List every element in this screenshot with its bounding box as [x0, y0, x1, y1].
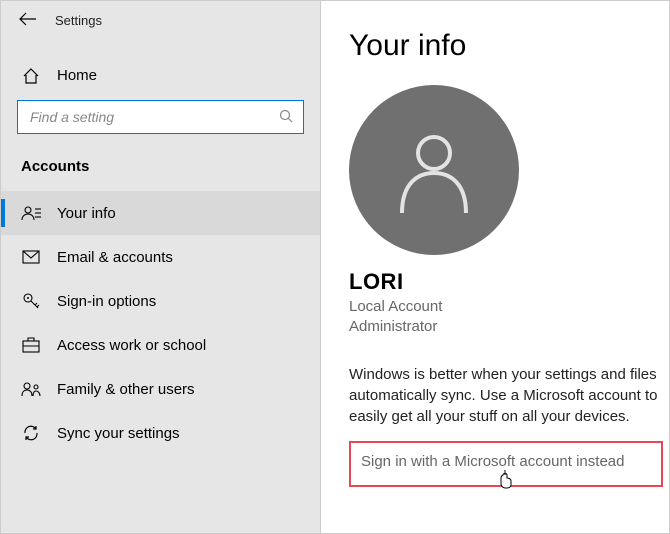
search-container	[17, 100, 304, 134]
person-icon	[394, 125, 474, 215]
sync-icon	[21, 424, 41, 442]
email-icon	[21, 250, 41, 264]
nav-item-label: Sign-in options	[57, 293, 156, 310]
app-title: Settings	[55, 13, 102, 28]
nav-item-label: Sync your settings	[57, 425, 180, 442]
nav-email[interactable]: Email & accounts	[1, 235, 320, 279]
page-title: Your info	[349, 29, 669, 63]
highlight-box: Sign in with a Microsoft account instead	[349, 441, 663, 487]
cursor-icon	[499, 469, 515, 494]
key-icon	[21, 292, 41, 310]
nav-home-label: Home	[57, 67, 97, 84]
nav-signin[interactable]: Sign-in options	[1, 279, 320, 323]
nav-item-label: Email & accounts	[57, 249, 173, 266]
sidebar: Settings Home Accounts Your info	[1, 1, 321, 533]
nav-home[interactable]: Home	[1, 57, 320, 94]
back-icon[interactable]	[19, 11, 37, 29]
nav-item-label: Family & other users	[57, 381, 195, 398]
username: LORI	[349, 269, 669, 295]
search-input[interactable]	[28, 108, 279, 126]
briefcase-icon	[21, 337, 41, 353]
nav-item-label: Your info	[57, 205, 116, 222]
nav-sync[interactable]: Sync your settings	[1, 411, 320, 455]
titlebar: Settings	[1, 1, 320, 35]
content-pane: Your info LORI Local Account Administrat…	[321, 1, 669, 533]
home-icon	[21, 68, 41, 84]
search-icon	[279, 109, 293, 126]
section-title: Accounts	[1, 154, 320, 191]
nav-work[interactable]: Access work or school	[1, 323, 320, 367]
account-role: Administrator	[349, 317, 669, 337]
people-icon	[21, 381, 41, 397]
nav-item-label: Access work or school	[57, 337, 206, 354]
nav-family[interactable]: Family & other users	[1, 367, 320, 411]
nav-your-info[interactable]: Your info	[1, 191, 320, 235]
info-text: Windows is better when your settings and…	[349, 364, 669, 427]
avatar	[349, 85, 519, 255]
settings-window: Settings Home Accounts Your info	[0, 0, 670, 534]
search-box[interactable]	[17, 100, 304, 134]
account-type: Local Account	[349, 297, 669, 317]
user-icon	[21, 205, 41, 221]
signin-link[interactable]: Sign in with a Microsoft account instead	[361, 453, 624, 470]
